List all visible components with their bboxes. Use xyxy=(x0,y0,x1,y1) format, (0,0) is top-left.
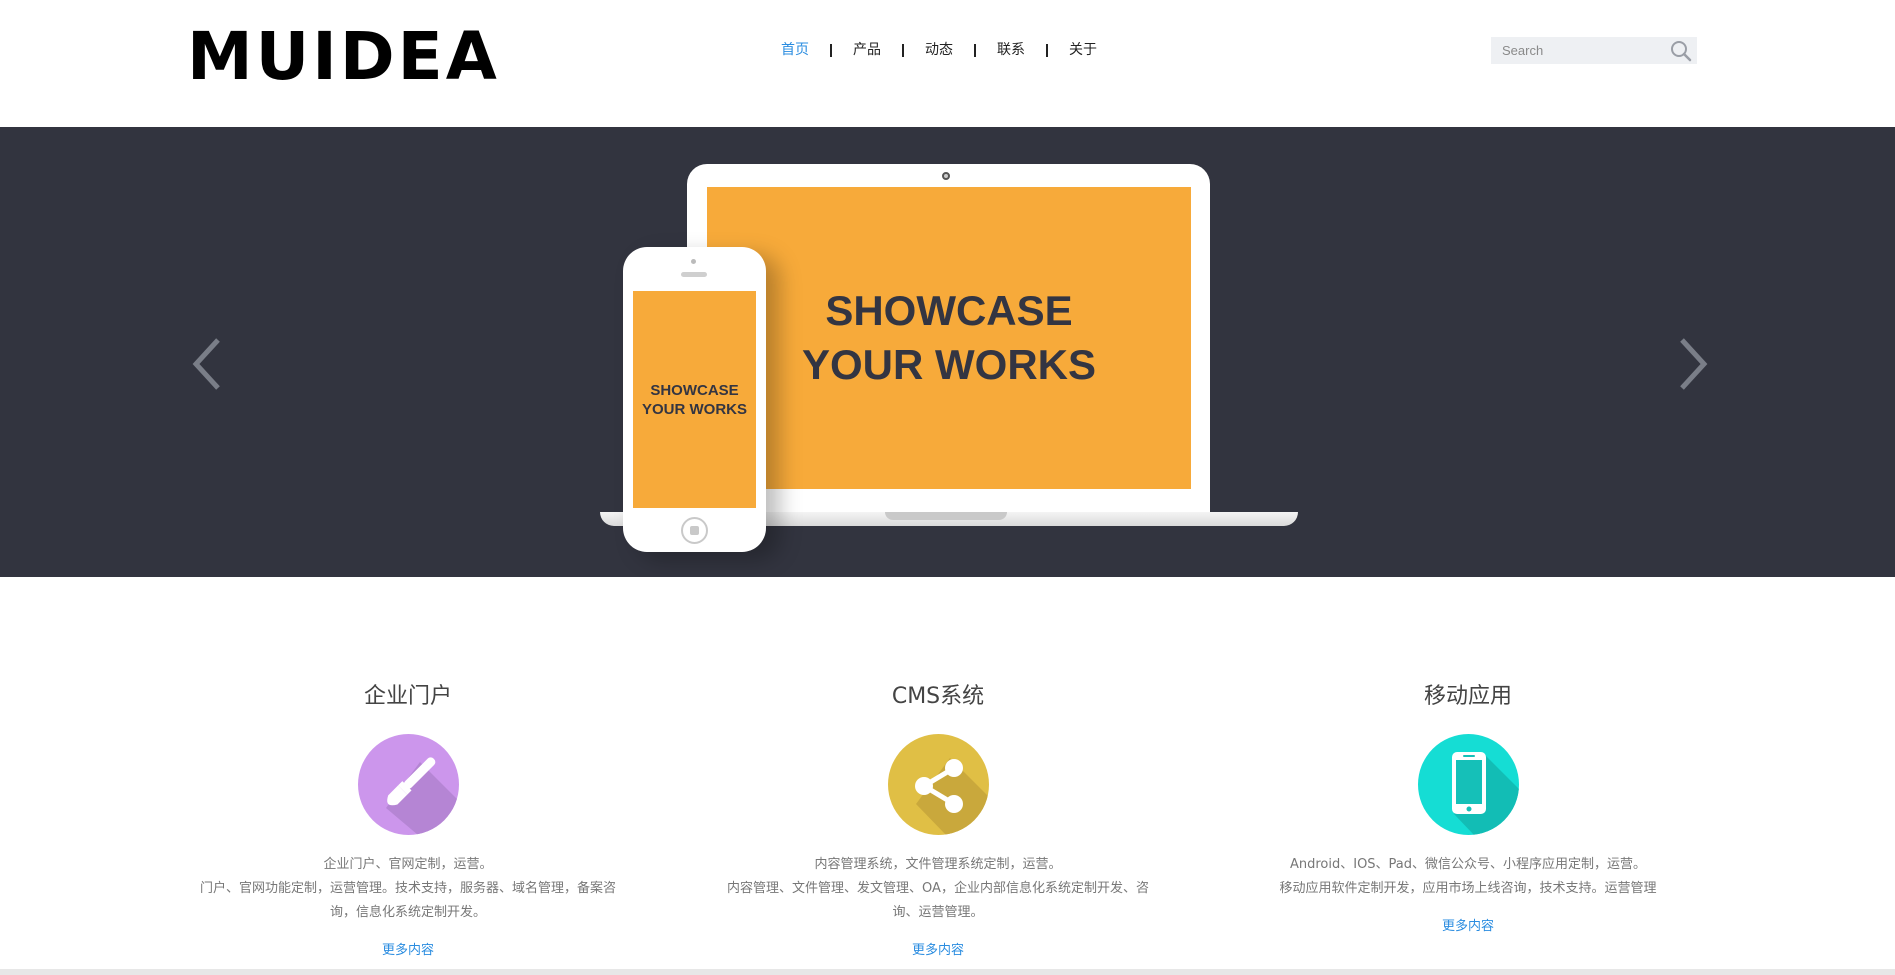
feature-title: 企业门户 xyxy=(363,684,452,709)
laptop-screen-text: SHOWCASE YOUR WORKS xyxy=(802,284,1096,392)
site-logo[interactable]: MUIDEA xyxy=(187,20,500,94)
phone-home-button xyxy=(681,517,708,544)
feature-description: Android、IOS、Pad、微信公众号、小程序应用定制，运营。 移动应用软件… xyxy=(1238,853,1698,901)
laptop-camera xyxy=(942,172,950,180)
chevron-right-icon[interactable] xyxy=(1672,334,1712,394)
nav-item-contact[interactable]: 联系 xyxy=(976,38,1046,62)
feature-desc-line: 内容管理、文件管理、发文管理、OA，企业内部信息化系统定制开发、咨 xyxy=(727,881,1149,896)
main-nav: 首页 产品 动态 联系 关于 xyxy=(760,38,1118,62)
phone-mockup: SHOWCASE YOUR WORKS xyxy=(623,247,766,552)
search-box xyxy=(1491,37,1697,64)
laptop-notch xyxy=(885,512,1007,520)
phone-text-line1: SHOWCASE xyxy=(650,381,739,399)
phone-speaker xyxy=(681,272,707,277)
feature-mobile-apps: 移动应用 Android、IOS、Pad、微信公众号、小程序应用定制，运营。 移… xyxy=(1238,680,1698,934)
more-link[interactable]: 更多内容 xyxy=(382,939,434,958)
hero-carousel: SHOWCASE YOUR WORKS SHOWCASE YOUR WORKS xyxy=(0,127,1895,577)
feature-description: 企业门户、官网定制，运营。 门户、官网功能定制，运营管理。技术支持，服务器、域名… xyxy=(178,853,638,925)
nav-item-products[interactable]: 产品 xyxy=(832,38,902,62)
chevron-left-icon[interactable] xyxy=(188,334,228,394)
site-header: MUIDEA 首页 产品 动态 联系 关于 xyxy=(0,0,1895,127)
smartphone-icon xyxy=(1417,734,1519,835)
feature-title: CMS系统 xyxy=(891,684,985,709)
feature-desc-line: 移动应用软件定制开发，应用市场上线咨询，技术支持。运营管理 xyxy=(1279,881,1657,896)
laptop-text-line2: YOUR WORKS xyxy=(802,341,1096,388)
phone-camera xyxy=(691,259,696,264)
paintbrush-icon xyxy=(357,734,459,835)
nav-item-about[interactable]: 关于 xyxy=(1048,38,1118,62)
search-input[interactable] xyxy=(1491,37,1667,64)
feature-enterprise-portal: 企业门户 企业门户、官网定制，运营。 门户、官网功能定制，运营管理。技术支持，服… xyxy=(178,680,638,958)
phone-text-line2: YOUR WORKS xyxy=(642,400,747,418)
laptop-screen: SHOWCASE YOUR WORKS xyxy=(707,187,1191,489)
nav-item-home[interactable]: 首页 xyxy=(760,38,830,62)
phone-screen: SHOWCASE YOUR WORKS xyxy=(633,291,756,508)
feature-desc-line: 询，信息化系统定制开发。 xyxy=(329,905,486,920)
search-icon[interactable] xyxy=(1669,40,1693,62)
nav-item-news[interactable]: 动态 xyxy=(904,38,974,62)
feature-cms: CMS系统 内容管理系统，文件管理系统定制，运营。 内容管理、文件管理、发文管理… xyxy=(708,680,1168,958)
feature-desc-line: 企业门户、官网定制，运营。 xyxy=(323,857,493,872)
feature-title: 移动应用 xyxy=(1423,684,1512,709)
feature-desc-line: 询、运营管理。 xyxy=(892,905,984,920)
feature-desc-line: 内容管理系统，文件管理系统定制，运营。 xyxy=(814,857,1062,872)
feature-desc-line: Android、IOS、Pad、微信公众号、小程序应用定制，运营。 xyxy=(1289,857,1647,872)
more-link[interactable]: 更多内容 xyxy=(1442,915,1494,934)
more-link[interactable]: 更多内容 xyxy=(912,939,964,958)
page-bottom-divider xyxy=(0,969,1895,975)
phone-screen-text: SHOWCASE YOUR WORKS xyxy=(642,381,747,419)
feature-description: 内容管理系统，文件管理系统定制，运营。 内容管理、文件管理、发文管理、OA，企业… xyxy=(708,853,1168,925)
laptop-text-line1: SHOWCASE xyxy=(825,287,1073,334)
share-icon xyxy=(887,734,989,835)
feature-desc-line: 门户、官网功能定制，运营管理。技术支持，服务器、域名管理，备案咨 xyxy=(199,881,616,896)
